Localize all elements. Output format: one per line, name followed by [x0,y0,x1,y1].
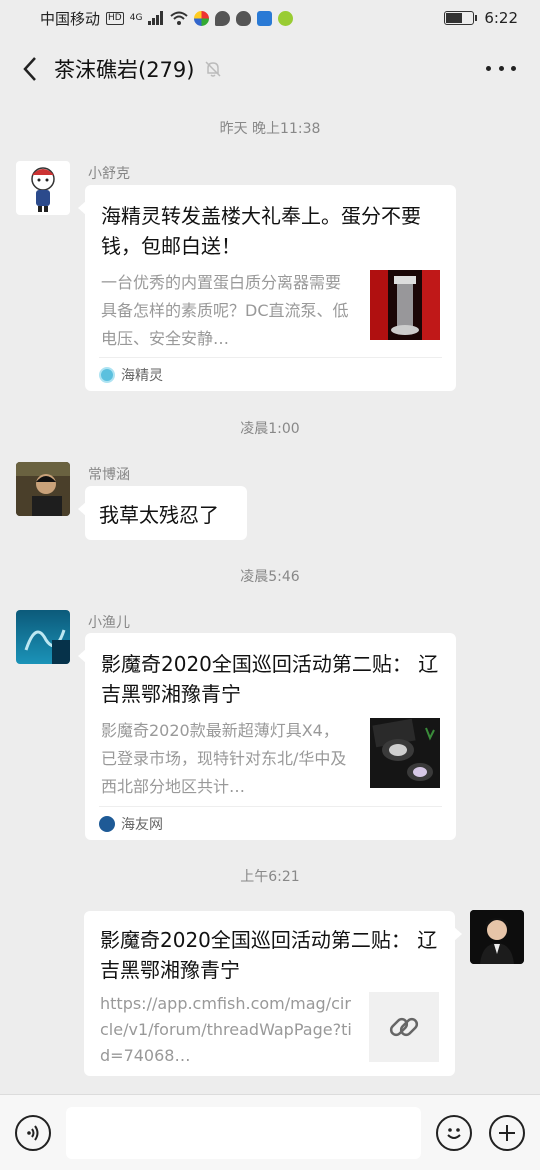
sender-name: 小舒克 [88,166,130,182]
voice-icon[interactable] [15,1115,51,1151]
card-title: 海精灵转发盖楼大礼奉上。蛋分不要钱，包邮白送！ [101,204,421,258]
hd-badge: HD [106,11,124,25]
game-notification-icon [278,10,294,26]
avatar-aquarium-icon [16,610,70,664]
input-bar [0,1094,540,1170]
haijingling-source-icon [99,366,115,383]
message-input[interactable] [66,1107,421,1159]
network-label: 4G [129,13,143,23]
avatar[interactable] [16,610,70,664]
card-description: 影魔奇2020款最新超薄灯具X4，已登录市场，现特针对东北/华中及西北部分地区共… [101,721,347,796]
carrier-label: 中国移动 [40,9,101,28]
card-source: 海精灵 [99,357,442,391]
card-description: 一台优秀的内置蛋白质分离器需要具备怎样的素质呢？DC直流泵、低电压、安全安静… [101,273,349,348]
sender-name: 常博涵 [88,467,130,483]
article-card[interactable]: 海精灵转发盖楼大礼奉上。蛋分不要钱，包邮白送！ 一台优秀的内置蛋白质分离器需要具… [78,185,456,391]
timestamp: 上午6:21 [240,869,300,885]
card-title: 影魔奇2020全国巡回活动第二贴： 辽吉黑鄂湘豫青宁 [100,928,438,982]
chat-notification-icon [215,10,231,26]
avatar-self-photo-icon [470,910,524,964]
avatar[interactable] [16,161,70,215]
nav-bar: 茶沫礁岩(279) [0,36,540,102]
signal-icon [148,11,164,25]
timestamp: 凌晨5:46 [240,569,300,585]
plus-icon[interactable] [489,1115,525,1151]
status-left: 中国移动 HD 4G [40,8,294,29]
message-text: 我草太残忍了 [99,502,219,527]
avatar-photo-icon [16,462,70,516]
source-name: 海友网 [121,816,163,833]
link-icon [389,1017,419,1037]
chat-title: 茶沫礁岩(279) [54,58,195,82]
timestamp: 昨天 晚上11:38 [219,121,321,137]
bell-off-icon [205,61,221,77]
app-notification-icon [194,10,210,26]
mail-notification-icon [257,10,273,26]
battery-fill [446,13,462,23]
emoji-icon[interactable] [436,1115,472,1151]
status-right: 6:22 [444,9,518,27]
chevron-left-icon[interactable] [16,55,44,83]
avatar[interactable] [16,462,70,516]
article-card[interactable]: 影魔奇2020全国巡回活动第二贴： 辽吉黑鄂湘豫青宁 影魔奇2020款最新超薄灯… [78,633,456,840]
clock: 6:22 [484,9,518,27]
link-card[interactable]: 影魔奇2020全国巡回活动第二贴： 辽吉黑鄂湘豫青宁 https://app.c… [84,911,462,1076]
source-name: 海精灵 [121,367,163,384]
card-thumbnail [370,718,440,788]
sender-name: 小渔儿 [88,615,130,631]
card-title: 影魔奇2020全国巡回活动第二贴： 辽吉黑鄂湘豫青宁 [101,652,439,706]
more-dots-icon[interactable] [486,58,516,78]
avatar[interactable] [470,910,524,964]
avatar-cartoon-icon [31,167,55,212]
haiyouwang-source-icon [99,815,115,832]
timestamp: 凌晨1:00 [240,421,300,437]
battery-icon [444,11,478,25]
wifi-icon [170,11,189,25]
status-bar: 中国移动 HD 4G 6:22 [0,0,540,36]
qq-notification-icon [236,10,252,26]
link-thumbnail [369,992,439,1062]
card-source: 海友网 [99,806,442,840]
card-thumbnail [370,270,440,340]
text-message[interactable]: 我草太残忍了 [78,486,247,540]
card-url: https://app.cmfish.com/mag/circle/v1/for… [100,994,352,1065]
